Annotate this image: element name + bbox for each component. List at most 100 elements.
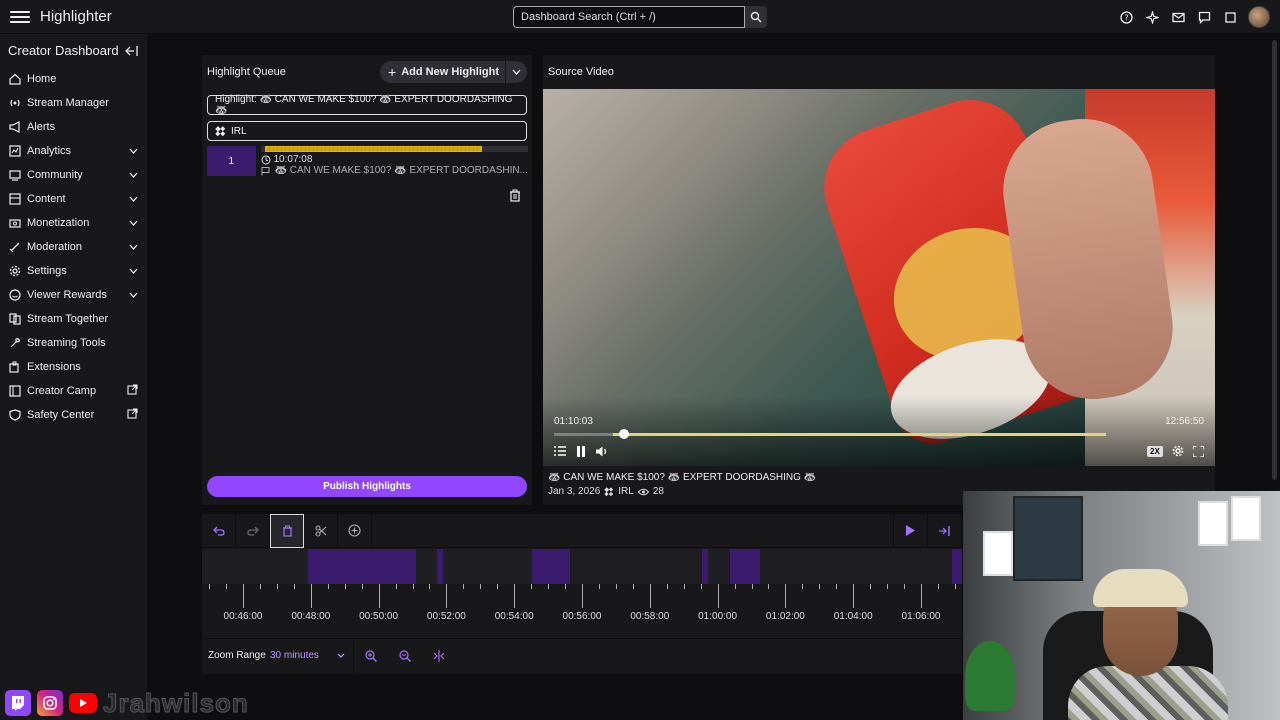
playback-speed-button[interactable]: 2X — [1147, 444, 1163, 458]
description-value: 🦝 CAN WE MAKE $100? 🦝 EXPERT DOORDASHIN.… — [274, 165, 529, 176]
sidebar-item-streaming-tools[interactable]: Streaming Tools — [0, 331, 147, 355]
major-tick — [921, 584, 922, 608]
list-item[interactable]: 1 10:07:08 🦝 CAN WE MAKE $100? 🦝 EXPERT … — [207, 146, 528, 176]
sidebar-header: Creator Dashboard — [0, 34, 147, 67]
sidebar-item-content[interactable]: Content — [0, 187, 147, 211]
tick-label: 01:06:00 — [901, 611, 941, 622]
settings-button[interactable] — [1172, 444, 1184, 458]
skip-to-end-button[interactable] — [928, 513, 962, 548]
highlight-description: 🦝 CAN WE MAKE $100? 🦝 EXPERT DOORDASHIN.… — [261, 165, 529, 176]
fullscreen-icon — [1193, 445, 1204, 457]
sidebar-item-stream-manager[interactable]: Stream Manager — [0, 91, 147, 115]
chevron-down-icon[interactable] — [129, 169, 138, 181]
category-field[interactable]: IRL — [207, 121, 527, 141]
delete-segment-button[interactable] — [270, 513, 304, 548]
minor-tick — [904, 584, 906, 589]
delete-highlight-button[interactable] — [509, 189, 521, 205]
external-link-icon[interactable] — [127, 408, 138, 422]
seek-bar[interactable] — [554, 429, 1106, 439]
search-input[interactable] — [513, 6, 745, 28]
video-caption: 🦝 CAN WE MAKE $100? 🦝 EXPERT DOORDASHING… — [548, 472, 817, 483]
zoom-range-select[interactable]: 30 minutes — [270, 638, 354, 673]
sidebar-item-monetization[interactable]: Monetization — [0, 211, 147, 235]
sidebar-item-stream-together[interactable]: Stream Together — [0, 307, 147, 331]
skip-end-icon — [938, 525, 950, 536]
minor-tick — [565, 584, 567, 589]
webcam-overlay — [963, 491, 1280, 720]
scrollbar[interactable] — [1272, 40, 1277, 480]
sidebar-item-safety-center[interactable]: Safety Center — [0, 403, 147, 427]
zoom-out-icon — [399, 649, 411, 662]
pause-button[interactable] — [576, 444, 586, 458]
highlight-title-field[interactable]: Highlight: 🦝 CAN WE MAKE $100? 🦝 EXPERT … — [207, 94, 527, 116]
highlight-segment[interactable] — [437, 549, 443, 584]
sidebar-item-home[interactable]: Home — [0, 67, 147, 91]
volume-button[interactable] — [596, 444, 609, 458]
chevron-down-icon[interactable] — [129, 217, 138, 229]
add-new-highlight-button[interactable]: + Add New Highlight — [380, 61, 527, 83]
sidebar-item-community[interactable]: Community — [0, 163, 147, 187]
menu-icon[interactable] — [10, 10, 30, 23]
cut-button[interactable] — [304, 513, 338, 548]
source-video-title: Source Video — [548, 66, 614, 78]
zoom-out-button[interactable] — [388, 639, 422, 673]
sidebar-item-creator-camp[interactable]: Creator Camp — [0, 379, 147, 403]
zoom-in-button[interactable] — [354, 639, 388, 673]
top-bar: Highlighter ? — [0, 0, 1280, 34]
sparkle-icon[interactable] — [1144, 9, 1160, 25]
external-link-icon[interactable] — [127, 384, 138, 398]
major-tick — [378, 584, 380, 608]
sidebar-item-moderation[interactable]: Moderation — [0, 235, 147, 259]
highlight-segment[interactable] — [702, 549, 708, 584]
activity-icon[interactable] — [1222, 9, 1238, 25]
sidebar-item-settings[interactable]: Settings — [0, 259, 147, 283]
minor-tick — [870, 584, 872, 589]
highlight-segment[interactable] — [730, 549, 760, 584]
redo-button[interactable] — [236, 513, 270, 548]
chapters-button[interactable] — [554, 444, 566, 458]
chevron-down-icon[interactable] — [129, 265, 138, 277]
chevron-down-icon[interactable] — [129, 193, 138, 205]
add-segment-button[interactable] — [338, 513, 372, 548]
fit-timeline-button[interactable] — [422, 639, 456, 673]
tick-label: 00:48:00 — [291, 611, 331, 622]
tick-label: 00:58:00 — [630, 611, 670, 622]
minor-tick — [429, 584, 431, 589]
sidebar-item-label: Settings — [27, 265, 67, 277]
avatar[interactable] — [1248, 6, 1270, 28]
seek-handle[interactable] — [619, 429, 629, 439]
major-tick — [243, 584, 244, 608]
play-button[interactable] — [894, 513, 928, 548]
minor-tick — [361, 584, 363, 589]
video-player[interactable]: 01:10:03 12:56:50 2X — [543, 89, 1215, 466]
video-date: Jan 3, 2026 — [548, 486, 601, 497]
collapse-sidebar-icon[interactable] — [125, 45, 138, 57]
sidebar-item-alerts[interactable]: Alerts — [0, 115, 147, 139]
sidebar-item-label: Community — [27, 169, 83, 181]
timeline-ruler: 00:46:00 00:48:00 00:50:00 00:52:00 00:54:00… — [202, 584, 962, 634]
highlight-segment[interactable] — [952, 549, 962, 584]
minor-tick — [632, 584, 634, 589]
chevron-down-icon[interactable] — [505, 61, 527, 83]
timeline-track[interactable] — [202, 549, 962, 584]
chevron-down-icon[interactable] — [129, 289, 138, 301]
sidebar-item-viewer-rewards[interactable]: Viewer Rewards — [0, 283, 147, 307]
tick-label: 00:46:00 — [223, 611, 263, 622]
highlight-segment[interactable] — [532, 549, 570, 584]
chevron-down-icon[interactable] — [129, 145, 138, 157]
fullscreen-button[interactable] — [1193, 444, 1204, 458]
help-icon[interactable]: ? — [1118, 9, 1134, 25]
sidebar-item-extensions[interactable]: Extensions — [0, 355, 147, 379]
highlight-segment[interactable] — [308, 549, 416, 584]
search-button[interactable] — [745, 6, 767, 28]
major-tick — [514, 584, 516, 608]
zoom-controls: Zoom Range 30 minutes — [202, 638, 962, 673]
sidebar-item-analytics[interactable]: Analytics — [0, 139, 147, 163]
list-icon — [554, 446, 566, 456]
publish-highlights-button[interactable]: Publish Highlights — [207, 476, 527, 497]
chevron-down-icon[interactable] — [129, 241, 138, 253]
whispers-icon[interactable] — [1196, 9, 1212, 25]
svg-text:?: ? — [1124, 13, 1128, 22]
undo-button[interactable] — [202, 513, 236, 548]
inbox-icon[interactable] — [1170, 9, 1186, 25]
